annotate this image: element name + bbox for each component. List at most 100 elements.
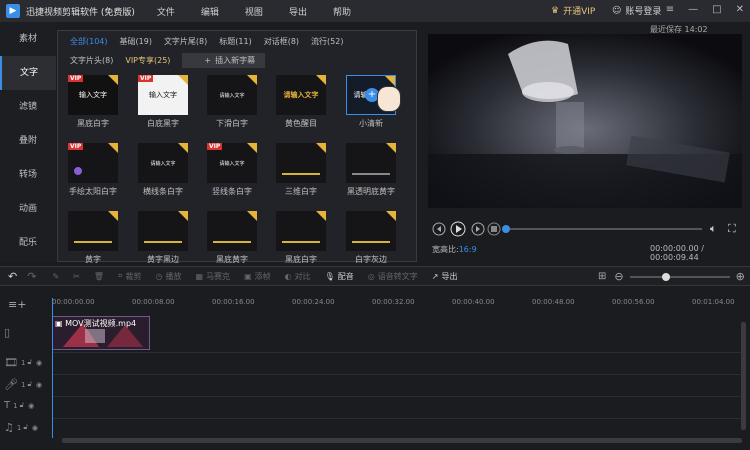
download-icon[interactable] [178, 143, 188, 153]
sun-icon [74, 167, 82, 175]
export-button[interactable]: ↗ 导出 [432, 271, 458, 282]
crop-button[interactable]: ⌗ 裁剪 [118, 271, 142, 282]
add-track-icon[interactable]: ≡+ [8, 298, 26, 311]
maximize-icon[interactable]: □ [712, 4, 721, 15]
sidebar-item-transition[interactable]: 转场 [0, 158, 56, 192]
tab-opening[interactable]: 文字片头(8) [70, 55, 113, 66]
zoom-out-icon[interactable]: ⊖ [614, 270, 623, 283]
menu-export[interactable]: 导出 [289, 5, 307, 18]
download-icon[interactable] [108, 75, 118, 85]
sidebar-item-filter[interactable]: 滤镜 [0, 90, 56, 124]
download-icon[interactable] [247, 211, 257, 221]
playhead[interactable] [52, 298, 53, 438]
download-icon[interactable] [247, 75, 257, 85]
minimize-icon[interactable]: — [688, 4, 698, 15]
tab-title[interactable]: 标题(11) [219, 36, 251, 50]
lock-icon[interactable]: 🔓︎ [23, 423, 28, 432]
voice-button[interactable]: 🎙︎ 配音 [325, 271, 354, 282]
download-icon[interactable] [108, 143, 118, 153]
template-tile[interactable] [138, 211, 188, 251]
download-icon[interactable] [108, 211, 118, 221]
lock-icon[interactable]: 🔓︎ [27, 358, 32, 367]
tab-dialog[interactable]: 对话框(8) [264, 36, 299, 50]
tab-popular[interactable]: 流行(52) [311, 36, 343, 50]
speed-button[interactable]: ◷ 播放 [156, 271, 182, 282]
lock-icon[interactable]: 🔓︎ [27, 380, 32, 389]
sidebar-item-music[interactable]: 配乐 [0, 226, 56, 260]
aspect-ratio[interactable]: 宽高比:16:9 [432, 244, 477, 255]
template-tile[interactable] [346, 211, 396, 251]
zoom-slider-knob[interactable] [661, 272, 670, 281]
speech-to-text-button[interactable]: ◎ 语音转文字 [368, 271, 418, 282]
eye-icon[interactable]: ◉ [28, 402, 34, 410]
close-icon[interactable]: ✕ [736, 4, 744, 15]
zoom-in-icon[interactable]: ⊕ [736, 270, 745, 283]
eye-icon[interactable]: ◉ [32, 424, 38, 432]
template-tile[interactable] [68, 211, 118, 251]
menu-file[interactable]: 文件 [157, 5, 175, 18]
voice-label: 配音 [337, 271, 354, 281]
zoom-slider[interactable] [629, 272, 730, 281]
crop-icon: ⌗ [118, 271, 123, 280]
timeline-ruler[interactable]: 00:00:00.00 00:00:08.00 00:00:16.00 00:00:2… [52, 296, 750, 312]
template-tile[interactable]: 输入文字 VIP [138, 75, 188, 115]
category-tabs-row2: 文字片头(8) VIP专享(25) + 插入新字幕 [58, 53, 266, 68]
download-icon[interactable] [178, 75, 188, 85]
template-tile[interactable] [276, 211, 326, 251]
video-clip[interactable]: ▣ MOV测试视频.mp4 [52, 316, 150, 350]
download-icon[interactable] [316, 75, 326, 85]
tab-vip[interactable]: VIP专享(25) [125, 55, 170, 66]
redo-icon[interactable]: ↷ [27, 270, 36, 283]
sidebar-item-media[interactable]: 素材 [0, 22, 56, 56]
timeline-vscrollbar[interactable] [741, 322, 746, 430]
freeze-button[interactable]: ▣ 添帧 [244, 271, 271, 282]
template-tile[interactable]: 请输入文字 [276, 75, 326, 115]
insert-subtitle-button[interactable]: + 插入新字幕 [182, 53, 266, 68]
menu-view[interactable]: 视图 [245, 5, 263, 18]
tab-all[interactable]: 全部(104) [70, 36, 108, 50]
download-icon[interactable] [316, 143, 326, 153]
download-icon[interactable] [386, 143, 396, 153]
contrast-button[interactable]: ◐ 对比 [285, 271, 311, 282]
template-label: 黑底白字 [285, 255, 317, 264]
menu-icon[interactable]: ≡ [666, 4, 674, 15]
fullscreen-icon[interactable]: ⛶ [728, 222, 736, 236]
edit-icon[interactable]: ✎ [52, 272, 59, 281]
template-tile[interactable]: 请输入文字 VIP [207, 143, 257, 183]
sidebar-item-overlay[interactable]: 叠附 [0, 124, 56, 158]
fit-icon[interactable]: ⊞ [598, 271, 606, 282]
template-tile[interactable]: VIP [68, 143, 118, 183]
eye-icon[interactable]: ◉ [36, 381, 42, 389]
download-icon[interactable] [316, 211, 326, 221]
template-tile[interactable]: 请输入文字+ [346, 75, 401, 115]
template-tile[interactable] [207, 211, 257, 251]
menu-edit[interactable]: 编辑 [201, 5, 219, 18]
sidebar-item-text[interactable]: 文字 [0, 56, 56, 90]
download-icon[interactable] [178, 211, 188, 221]
template-tile[interactable]: 请输入文字 [138, 143, 188, 183]
timeline-hscrollbar[interactable] [62, 438, 742, 443]
mosaic-button[interactable]: ▦ 马赛克 [196, 271, 231, 282]
volume-icon[interactable]: 🔈︎ [710, 222, 717, 236]
crown-icon: ♛ [551, 5, 560, 16]
seek-bar[interactable] [506, 228, 702, 230]
download-icon[interactable] [247, 143, 257, 153]
eye-icon[interactable]: ◉ [36, 359, 42, 367]
seek-knob[interactable] [502, 225, 510, 233]
lock-icon[interactable]: 🔓︎ [20, 401, 25, 410]
download-icon[interactable] [386, 211, 396, 221]
template-tile[interactable]: 请输入文字 [207, 75, 257, 115]
template-tile[interactable] [346, 143, 396, 183]
download-icon[interactable] [385, 76, 395, 86]
template-tile[interactable] [276, 143, 326, 183]
undo-icon[interactable]: ↶ [8, 270, 17, 283]
menu-help[interactable]: 帮助 [333, 5, 351, 18]
vip-button[interactable]: ♛ 开通VIP [551, 4, 595, 18]
template-tile[interactable]: 输入文字 VIP [68, 75, 118, 115]
tab-ending[interactable]: 文字片尾(8) [164, 36, 207, 50]
contrast-icon: ◐ [284, 271, 292, 281]
tab-basic[interactable]: 基础(19) [120, 36, 152, 50]
sidebar-item-animation[interactable]: 动画 [0, 192, 56, 226]
delete-icon[interactable]: 🗑︎ [94, 272, 104, 281]
split-icon[interactable]: ✂ [73, 272, 80, 281]
